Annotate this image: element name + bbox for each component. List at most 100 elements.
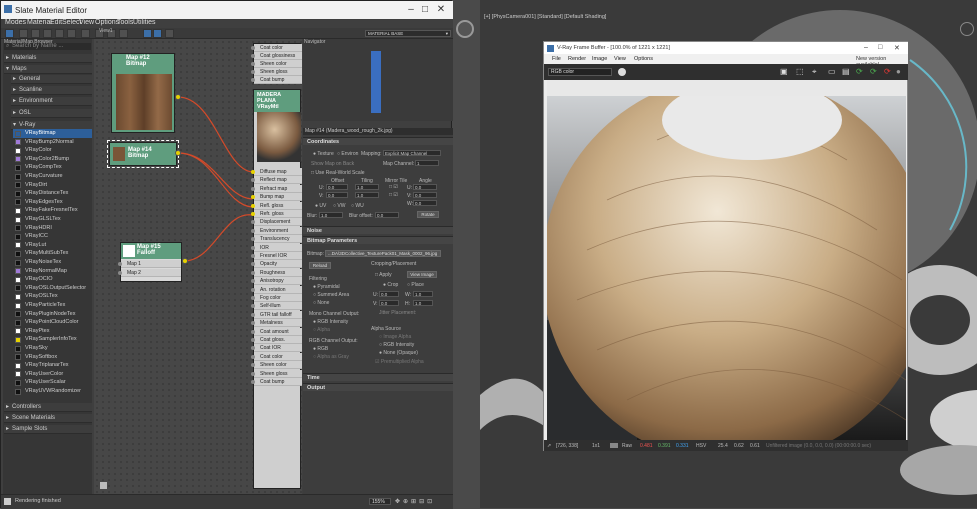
lens-effects-icon[interactable]: ▤ xyxy=(842,67,850,76)
radio-pyramidal[interactable]: ● Pyramidal xyxy=(313,284,340,290)
v-tiling-field[interactable]: 1.0 xyxy=(355,192,379,198)
slot-input-dot[interactable] xyxy=(251,287,255,292)
radio-environ[interactable]: ○ Environ xyxy=(337,151,358,157)
delete-icon[interactable] xyxy=(55,29,64,38)
maximize-icon[interactable]: □ xyxy=(878,44,882,51)
vfb-menu-image[interactable]: Image xyxy=(592,56,607,62)
menu-view[interactable]: View xyxy=(79,19,94,26)
node-map14-output-dot[interactable] xyxy=(175,150,181,156)
slot-input-dot[interactable] xyxy=(251,363,255,368)
material-slot[interactable]: Translucency xyxy=(251,235,302,244)
radio-uv[interactable]: ● UV xyxy=(315,203,326,209)
material-slot[interactable]: Displacement xyxy=(251,218,302,227)
material-slot[interactable]: Self-illum xyxy=(251,302,302,311)
show-map-on-back[interactable]: Show Map on Back xyxy=(311,161,354,167)
radio-image-alpha[interactable]: ○ Image Alpha xyxy=(379,334,411,340)
slot-input-dot[interactable] xyxy=(251,346,255,351)
close-icon[interactable]: ✕ xyxy=(435,4,447,16)
node-map12-output-dot[interactable] xyxy=(175,94,181,100)
material-slot[interactable]: Coat color xyxy=(251,44,302,52)
render-icon[interactable]: ⟳ xyxy=(870,67,877,76)
slot-input-dot[interactable] xyxy=(251,195,255,200)
slot-input-dot[interactable] xyxy=(251,338,255,342)
vfb-menu-options[interactable]: Options xyxy=(634,56,653,62)
radio-none-opaque[interactable]: ● None (Opaque) xyxy=(379,350,418,356)
slot-input-dot[interactable] xyxy=(251,254,255,258)
map-channel-field[interactable]: 1 xyxy=(415,160,439,166)
v-mirror-checkbox[interactable]: □ ☑ xyxy=(389,192,398,198)
use-real-world-scale[interactable]: □ Use Real-World Scale xyxy=(311,170,365,176)
vray-map-item[interactable]: VRayUVWRandomizer xyxy=(13,387,92,396)
radio-vw[interactable]: ○ VW xyxy=(333,203,345,209)
vray-map-item[interactable]: VRayUserScalar xyxy=(13,378,92,387)
category-materials[interactable]: Materials xyxy=(4,54,92,63)
crop-h-field[interactable]: 1.0 xyxy=(413,300,433,306)
menu-options[interactable]: Options xyxy=(95,19,119,26)
material-slot[interactable]: Coat glossiness xyxy=(251,52,302,60)
radio-crop[interactable]: ● Crop xyxy=(383,282,398,288)
material-slot[interactable]: Coat IOR xyxy=(251,344,302,353)
vray-map-item[interactable]: VRayICC xyxy=(13,232,92,241)
apply-checkbox[interactable]: □ Apply xyxy=(375,272,392,278)
slot-input-dot[interactable] xyxy=(251,321,255,326)
slot-input-dot[interactable] xyxy=(251,186,255,191)
mapping-dropdown[interactable]: Explicit Map Channel xyxy=(383,150,441,156)
layout-children-icon[interactable] xyxy=(119,29,128,38)
material-slot[interactable]: Roughness xyxy=(251,268,302,277)
vray-map-item[interactable]: VRayColor xyxy=(13,146,92,155)
material-slot[interactable]: Sheen gloss xyxy=(251,369,302,378)
vray-map-item[interactable]: VRayOSLTex xyxy=(13,292,92,301)
vray-map-item[interactable]: VRayBump2Normal xyxy=(13,138,92,147)
menu-modes[interactable]: Modes xyxy=(5,19,26,26)
radio-place[interactable]: ○ Place xyxy=(407,282,424,288)
vray-map-item[interactable]: VRayFakeFresnelTex xyxy=(13,206,92,215)
node-view[interactable]: Map #12 Bitmap Map #14 Bitmap Map #15 Fa… xyxy=(94,39,302,494)
material-slot[interactable]: Environment xyxy=(251,226,302,235)
slot-input-dot[interactable] xyxy=(251,304,255,309)
vray-map-item[interactable]: VRayDistanceTex xyxy=(13,189,92,198)
vfb-menu-view[interactable]: View xyxy=(614,56,626,62)
navigator-minimap[interactable] xyxy=(371,51,381,113)
vray-map-item[interactable]: VRayHDRI xyxy=(13,224,92,233)
rollout-noise[interactable]: Noise xyxy=(303,226,453,234)
rollout-time[interactable]: Time xyxy=(303,373,453,381)
assign-material-icon[interactable] xyxy=(43,29,52,38)
material-dropdown[interactable]: MATERIAL BASE ▾ xyxy=(365,30,451,37)
crop-v-field[interactable]: 0.0 xyxy=(379,300,399,306)
slot-input-dot[interactable] xyxy=(251,220,255,225)
vfb-menu-file[interactable]: File xyxy=(552,56,561,62)
material-slot[interactable]: IOR xyxy=(251,243,302,252)
category-maps[interactable]: Maps xyxy=(4,65,92,74)
vray-map-item[interactable]: VRayGLSLTex xyxy=(13,215,92,224)
material-slot[interactable]: Bump map xyxy=(251,193,302,202)
material-slot[interactable]: Refl. gloss xyxy=(251,201,302,210)
viewport-nav-icon[interactable] xyxy=(456,20,474,38)
material-slot[interactable]: Reflect map xyxy=(251,176,302,185)
vray-map-item[interactable]: VRayUserColor xyxy=(13,370,92,379)
material-slot[interactable]: Coat gloss. xyxy=(251,336,302,344)
u-angle-field[interactable]: 0.0 xyxy=(413,184,437,190)
category-controllers[interactable]: Controllers xyxy=(4,403,92,412)
premultiplied-alpha-checkbox[interactable]: ☑ Premultiplied Alpha xyxy=(375,359,424,365)
slot-input-dot[interactable] xyxy=(251,262,255,267)
region-icon[interactable]: ▭ xyxy=(828,67,836,76)
category-environment[interactable]: Environment xyxy=(11,97,92,106)
more-icon[interactable]: ● xyxy=(896,67,901,76)
show-map-icon[interactable] xyxy=(81,29,90,38)
node-map14[interactable]: Map #14 Bitmap xyxy=(107,140,179,168)
vray-map-item[interactable]: VRayTriplanarTex xyxy=(13,361,92,370)
material-slot[interactable]: Coat color xyxy=(251,352,302,361)
vray-map-item[interactable]: VRayLut xyxy=(13,241,92,250)
rollout-coordinates[interactable]: Coordinates xyxy=(303,137,453,145)
blur-offset-field[interactable]: 0.0 xyxy=(375,212,399,218)
material-slot[interactable]: Coat bump xyxy=(251,378,302,386)
rendered-image[interactable] xyxy=(547,80,906,440)
vray-map-item[interactable]: VRaySamplerInfoTex xyxy=(13,335,92,344)
material-slot[interactable]: Anisotropy xyxy=(251,277,302,286)
category-osl[interactable]: OSL xyxy=(11,109,92,118)
move-children-icon[interactable] xyxy=(67,29,76,38)
vray-map-item[interactable]: VRayCurvature xyxy=(13,172,92,181)
menu-edit[interactable]: Edit xyxy=(50,19,62,26)
crop-u-field[interactable]: 0.0 xyxy=(379,291,399,297)
view-image-button[interactable]: View Image xyxy=(407,271,437,278)
